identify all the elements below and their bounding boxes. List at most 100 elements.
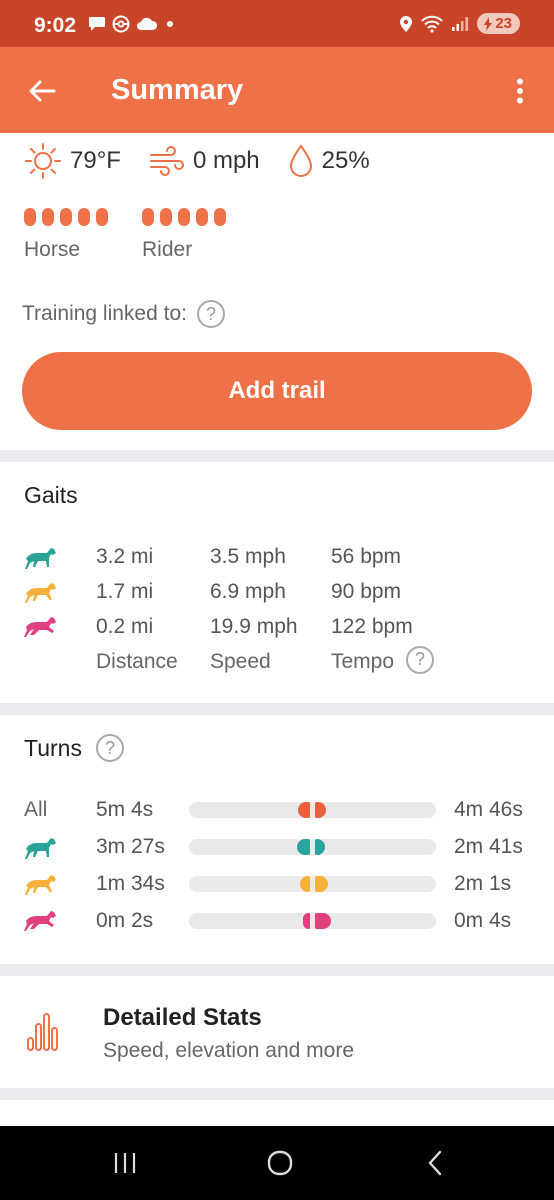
app-bar: Summary — [0, 47, 554, 133]
chat-icon — [89, 17, 105, 31]
rider-rating-dots — [142, 208, 226, 226]
gait-speed: 6.9 mph — [210, 580, 286, 603]
charging-icon — [484, 16, 493, 31]
gait-row-walk: 3.2 mi 3.5 mph 56 bpm — [24, 540, 544, 574]
status-bar: 9:02 23 — [0, 0, 554, 47]
turn-right-bar — [314, 913, 331, 929]
turn-row-trot: 1m 34s 2m 1s — [24, 867, 534, 901]
gait-row-trot: 1.7 mi 6.9 mph 90 bpm — [24, 575, 544, 609]
tempo-header: Tempo ? — [331, 645, 435, 674]
detailed-stats-item[interactable]: Detailed Stats Speed, elevation and more — [0, 976, 554, 1088]
turn-left-time: 1m 34s — [96, 872, 165, 895]
cloud-icon — [137, 17, 158, 30]
section-divider — [0, 450, 554, 462]
turn-left-bar — [302, 913, 311, 929]
system-nav-bar — [0, 1126, 554, 1200]
humidity-item: 25% — [288, 144, 370, 178]
turn-right-bar — [314, 876, 328, 892]
turn-right-time: 4m 46s — [454, 798, 523, 821]
home-button[interactable] — [258, 1144, 302, 1182]
training-linked-label: Training linked to: — [22, 302, 187, 325]
back-button[interactable] — [22, 71, 62, 111]
detailed-stats-title: Detailed Stats — [103, 1004, 262, 1031]
water-drop-icon — [289, 144, 312, 177]
section-divider — [0, 703, 554, 715]
gait-row-canter: 0.2 mi 19.9 mph 122 bpm — [24, 610, 544, 644]
turn-balance-track — [189, 876, 436, 892]
gaits-title-text: Gaits — [24, 482, 78, 508]
notification-icons — [88, 15, 176, 33]
rating-dot — [78, 208, 90, 226]
gaits-title: Gaits — [24, 482, 78, 509]
section-divider — [0, 1088, 554, 1100]
turns-title: Turns ? — [24, 734, 124, 762]
training-linked-row: Training linked to: ? — [22, 300, 225, 328]
recent-apps-button[interactable] — [103, 1144, 147, 1182]
walk-horse-icon — [25, 548, 56, 569]
turn-left-time: 0m 2s — [96, 909, 154, 932]
turn-label: All — [24, 798, 48, 821]
turn-row-walk: 3m 27s 2m 41s — [24, 830, 534, 864]
walk-horse-icon — [25, 838, 56, 859]
canter-horse-icon — [24, 911, 56, 931]
rating-dot — [24, 208, 36, 226]
wind-item: 0 mph — [149, 145, 260, 177]
speed-header: Speed — [210, 650, 271, 673]
turn-balance-track — [189, 802, 436, 818]
turn-left-bar — [297, 839, 311, 855]
battery-indicator: 23 — [477, 13, 520, 34]
gait-headers: Distance Speed Tempo ? — [24, 645, 544, 679]
turn-left-bar — [298, 802, 311, 818]
gait-speed: 19.9 mph — [210, 615, 298, 638]
weather-row: 79°F 0 mph 25% — [24, 141, 398, 181]
horse-rating: Horse — [24, 208, 108, 262]
gait-tempo: 122 bpm — [331, 615, 413, 638]
status-time: 9:02 — [34, 14, 77, 37]
gait-distance: 1.7 mi — [96, 580, 154, 603]
rider-rating: Rider — [142, 208, 226, 262]
gait-distance: 0.2 mi — [96, 615, 154, 638]
bar-chart-icon — [27, 1013, 58, 1051]
dot-icon — [167, 21, 173, 27]
gait-tempo: 90 bpm — [331, 580, 402, 603]
signal-icon — [452, 16, 469, 31]
turn-row-all: All 5m 4s 4m 46s — [24, 793, 534, 827]
back-nav-button[interactable] — [413, 1144, 457, 1182]
wind-icon — [149, 146, 184, 176]
rating-dot — [160, 208, 172, 226]
horse-rating-dots — [24, 208, 108, 226]
chevron-left-icon — [428, 1150, 442, 1176]
gait-distance: 3.2 mi — [96, 545, 154, 568]
more-vert-icon — [517, 78, 523, 104]
rating-dot — [42, 208, 54, 226]
add-trail-button[interactable]: Add trail — [22, 352, 532, 430]
turn-left-time: 3m 27s — [96, 835, 165, 858]
turns-help-icon[interactable]: ? — [95, 734, 124, 762]
rating-dot — [60, 208, 72, 226]
section-divider — [0, 964, 554, 976]
arrow-left-icon — [29, 80, 56, 102]
turn-left-time: 5m 4s — [96, 798, 154, 821]
rating-dot — [142, 208, 154, 226]
rating-dot — [196, 208, 208, 226]
turn-right-bar — [314, 802, 327, 818]
rating-dot — [178, 208, 190, 226]
location-icon — [400, 15, 413, 32]
canter-horse-icon — [24, 617, 56, 637]
humidity-value: 25% — [321, 147, 370, 174]
help-icon[interactable]: ? — [196, 300, 225, 328]
trot-horse-icon — [25, 583, 56, 603]
horse-rating-label: Horse — [24, 238, 81, 261]
turn-right-time: 2m 1s — [454, 872, 512, 895]
tempo-help-icon[interactable]: ? — [406, 645, 435, 674]
page-title: Summary — [111, 74, 244, 106]
tempo-header-label: Tempo — [331, 650, 395, 673]
recent-apps-icon — [114, 1153, 136, 1173]
turn-left-bar — [299, 876, 311, 892]
overflow-menu-button[interactable] — [506, 73, 534, 109]
gait-tempo: 56 bpm — [331, 545, 402, 568]
rating-dot — [96, 208, 108, 226]
rating-dot — [214, 208, 226, 226]
battery-level: 23 — [495, 15, 512, 32]
trot-horse-icon — [25, 875, 56, 895]
